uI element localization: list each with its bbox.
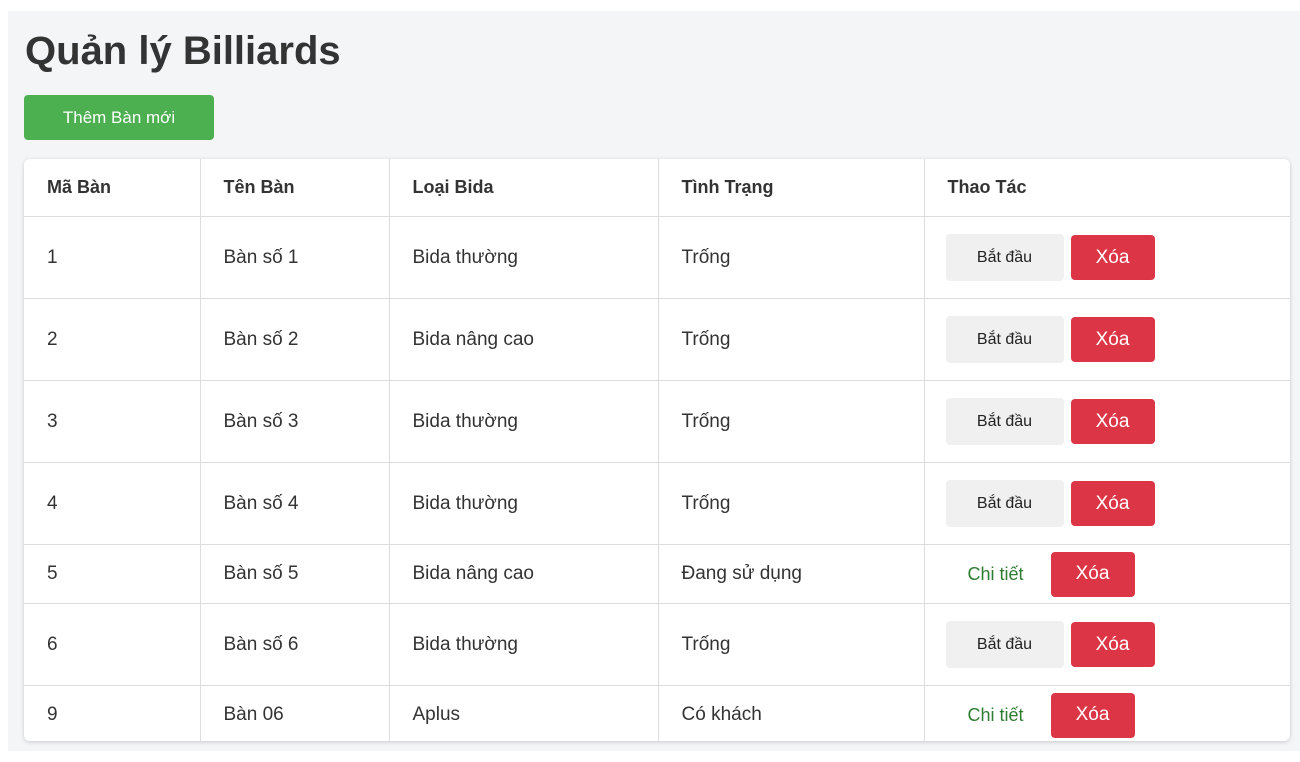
header-table-name: Tên Bàn: [200, 159, 390, 217]
tables-card: Mã Bàn Tên Bàn Loại Bida Tình Trạng Thao…: [24, 159, 1290, 741]
cell-table-name: Bàn số 4: [200, 462, 390, 545]
cell-table-id: 1: [24, 216, 201, 299]
table-row: 9 Bàn 06 Aplus Có khách Chi tiết Xóa: [24, 685, 1290, 742]
cell-table-status: Đang sử dụng: [658, 544, 925, 604]
cell-table-type: Bida thường: [389, 380, 659, 463]
cell-table-status: Trống: [658, 462, 925, 545]
table-row: 1 Bàn số 1 Bida thường Trống Bắt đầu Xóa: [24, 216, 1291, 299]
start-button[interactable]: Bắt đầu: [945, 234, 1064, 281]
add-table-button[interactable]: Thêm Bàn mới: [24, 95, 214, 140]
detail-link[interactable]: Chi tiết: [948, 705, 1044, 726]
start-button[interactable]: Bắt đầu: [945, 621, 1064, 668]
header-table-status: Tình Trạng: [658, 159, 925, 217]
cell-table-type: Bida nâng cao: [389, 298, 659, 381]
cell-table-name: Bàn số 2: [200, 298, 390, 381]
cell-actions: Bắt đầu Xóa: [924, 462, 1291, 545]
page-title: Quản lý Billiards: [25, 29, 341, 73]
cell-table-status: Trống: [658, 216, 925, 299]
cell-table-name: Bàn số 6: [200, 603, 390, 686]
cell-table-type: Bida thường: [389, 462, 659, 545]
row-actions: Bắt đầu Xóa: [945, 480, 1291, 527]
tables-table: Mã Bàn Tên Bàn Loại Bida Tình Trạng Thao…: [24, 159, 1290, 741]
cell-table-name: Bàn 06: [200, 685, 390, 741]
table-header-row: Mã Bàn Tên Bàn Loại Bida Tình Trạng Thao…: [24, 159, 1290, 217]
cell-table-type: Bida thường: [389, 216, 659, 299]
start-button[interactable]: Bắt đầu: [945, 480, 1064, 527]
delete-button[interactable]: Xóa: [1070, 622, 1155, 667]
cell-actions: Bắt đầu Xóa: [924, 298, 1291, 381]
row-actions: Bắt đầu Xóa: [945, 234, 1291, 281]
cell-table-name: Bàn số 1: [200, 216, 390, 299]
table-row: 3 Bàn số 3 Bida thường Trống Bắt đầu Xóa: [24, 380, 1291, 463]
delete-button[interactable]: Xóa: [1070, 481, 1155, 526]
cell-table-status: Có khách: [658, 685, 925, 741]
cell-table-status: Trống: [658, 298, 925, 381]
cell-table-id: 5: [24, 544, 201, 604]
start-button[interactable]: Bắt đầu: [945, 316, 1064, 363]
cell-actions: Bắt đầu Xóa: [924, 216, 1291, 299]
row-actions: Chi tiết Xóa: [948, 692, 1291, 738]
cell-actions: Bắt đầu Xóa: [924, 603, 1291, 686]
cell-table-name: Bàn số 3: [200, 380, 390, 463]
cell-table-status: Trống: [658, 380, 925, 463]
table-row: 5 Bàn số 5 Bida nâng cao Đang sử dụng Ch…: [24, 544, 1291, 604]
row-actions: Bắt đầu Xóa: [945, 621, 1291, 668]
detail-link[interactable]: Chi tiết: [948, 564, 1044, 585]
delete-button[interactable]: Xóa: [1070, 399, 1155, 444]
header-table-type: Loại Bida: [389, 159, 659, 217]
delete-button[interactable]: Xóa: [1050, 551, 1135, 597]
table-row: 6 Bàn số 6 Bida thường Trống Bắt đầu Xóa: [24, 603, 1291, 686]
table-row: 4 Bàn số 4 Bida thường Trống Bắt đầu Xóa: [24, 462, 1291, 545]
cell-actions: Bắt đầu Xóa: [924, 380, 1291, 463]
header-table-id: Mã Bàn: [24, 159, 201, 217]
cell-actions: Chi tiết Xóa: [924, 686, 1290, 742]
cell-table-id: 6: [24, 603, 201, 686]
table-row: 2 Bàn số 2 Bida nâng cao Trống Bắt đầu X…: [24, 298, 1291, 381]
delete-button[interactable]: Xóa: [1070, 317, 1155, 362]
cell-table-id: 3: [24, 380, 201, 463]
delete-button[interactable]: Xóa: [1050, 692, 1135, 738]
row-actions: Bắt đầu Xóa: [945, 316, 1291, 363]
cell-actions: Chi tiết Xóa: [924, 544, 1291, 604]
row-actions: Chi tiết Xóa: [948, 551, 1291, 597]
cell-table-type: Bida thường: [389, 603, 659, 686]
cell-table-status: Trống: [658, 603, 925, 686]
cell-table-id: 9: [24, 685, 201, 741]
cell-table-id: 2: [24, 298, 201, 381]
delete-button[interactable]: Xóa: [1070, 235, 1155, 280]
row-actions: Bắt đầu Xóa: [945, 398, 1291, 445]
page-container: Quản lý Billiards Thêm Bàn mới Mã Bàn Tê…: [8, 11, 1300, 751]
start-button[interactable]: Bắt đầu: [945, 398, 1064, 445]
cell-table-name: Bàn số 5: [200, 544, 390, 604]
cell-table-type: Aplus: [389, 685, 659, 741]
cell-table-type: Bida nâng cao: [389, 544, 659, 604]
cell-table-id: 4: [24, 462, 201, 545]
header-actions: Thao Tác: [924, 159, 1290, 217]
